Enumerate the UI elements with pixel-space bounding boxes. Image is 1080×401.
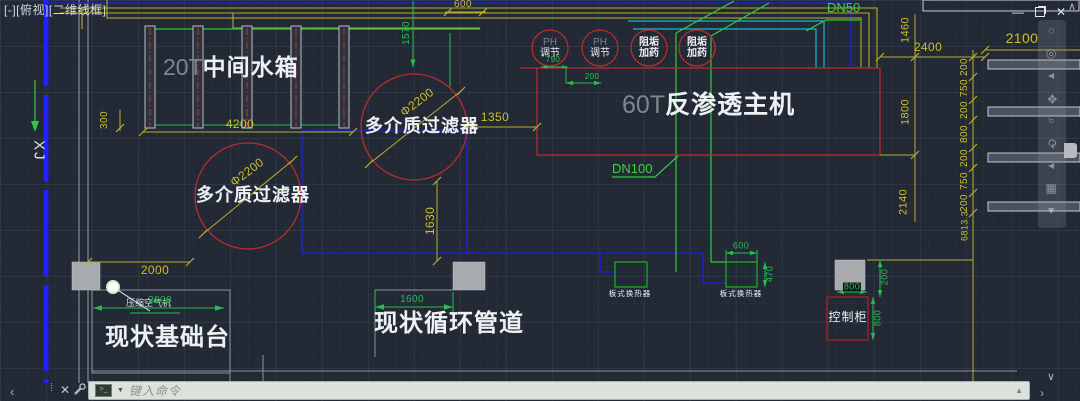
restore-button[interactable] [1035,7,1045,17]
tank-capacity: 20T [163,54,203,80]
dim-label: 600 [454,0,472,10]
autocad-drawing-window: [-][俯视][二维线框] 20T中间水箱 60T反渗透主机 多介质过滤器 多介… [0,0,1080,401]
expand-down-icon[interactable]: ∨ [1047,372,1055,384]
dim-label: 790 [546,56,561,64]
dim-label: 4200 [226,118,254,130]
green-pipes [35,1,860,272]
dim-label: 750 [960,79,970,97]
dn100-label: DN100 [612,162,652,176]
dim-label: 470 [766,266,775,282]
dim-label: 1630 [424,207,436,235]
dim-label: 2140 [899,189,910,215]
dim-label: 200 [960,58,970,76]
navbar-handle[interactable] [1064,143,1077,158]
dim-label: 200 [960,101,970,119]
dn50-label: DN50 [827,1,860,15]
ph-dosing-2: PH 调节 [580,29,620,67]
dim-label: 200 [960,149,970,167]
expand-right-icon[interactable]: › [1040,387,1044,400]
dim-label: 200 [585,73,600,81]
scale-dosing-1: 阻垢 加药 [629,29,669,67]
dim-label: 2000 [141,264,169,276]
heat-exchanger-2-label: 板式换热器 [717,290,765,298]
dim-label: 1350 [481,111,509,123]
dim-label: 800 [874,310,883,326]
panel-collapse-left-icon[interactable]: ‹ [10,385,14,399]
ro-unit-label: 60T反渗透主机 [622,92,795,118]
filter-left-label: 多介质过滤器 [196,186,310,205]
cmdbar-close-icon[interactable]: ✕ [60,384,70,397]
command-input[interactable]: 键入命令 [129,382,181,399]
green-flow-arrow [31,121,39,132]
dim-label: 200 [881,269,890,285]
grip-point[interactable] [107,281,119,293]
right-pipe-stubs [988,60,1080,211]
minimize-button[interactable]: — [1012,6,1024,18]
navigation-bar[interactable]: ○◎▾✥⌕⟳▾▦▸ [1038,20,1066,228]
viewport-controls[interactable]: [-][俯视][二维线框] [4,4,107,17]
heat-exchangers [615,262,757,287]
ro-name: 反渗透主机 [665,91,795,119]
dim-label: 600 [733,242,749,251]
dim-label: 1570 [402,21,412,45]
command-history-dropdown-icon[interactable]: ▼ [117,387,124,394]
circulation-pipe-label: 现状循环管道 [374,311,524,336]
ro-capacity: 60T [622,91,665,119]
filter-center-label: 多介质过滤器 [365,117,479,136]
recent-commands-icon[interactable]: ▲ [1015,386,1023,395]
dim-label: 6813.3 [961,211,970,241]
dim-label: 800 [960,125,970,143]
base-platform-label: 现状基础台 [105,325,230,350]
control-cabinet-label: 控制柜 [828,311,868,324]
dim-label: 750 [960,172,970,190]
heat-exchanger-1-label: 板式换热器 [606,290,654,298]
dim-label: 200 [960,194,970,212]
axis-tag: XJ [31,140,47,162]
tank-label: 20T中间水箱 [163,55,299,79]
play-icon[interactable]: ▸ [1045,197,1059,225]
dim-label: 2400 [914,41,942,53]
collapse-panel-icon[interactable]: ∧ [1068,2,1076,14]
cmdbar-grip[interactable]: ⁞ [50,383,53,395]
foundation-pads [72,260,865,290]
tank-name: 中间水箱 [203,54,299,80]
customize-wrench-icon[interactable] [72,382,87,397]
dim-label: 1460 [901,17,912,43]
scale-dosing-2: 阻垢 加药 [677,29,717,67]
command-bar[interactable]: >_ ▼ 键入命令 ▲ [88,381,1030,400]
dim-label: 1600 [400,295,424,305]
dim-label: 2800 [148,296,172,306]
dim-label: 1800 [901,99,912,125]
dim-label: 800 [843,283,861,292]
dim-label: 2100 [1006,31,1039,45]
command-prompt-icon[interactable]: >_ [95,384,112,397]
dim-label: 300 [100,111,110,129]
